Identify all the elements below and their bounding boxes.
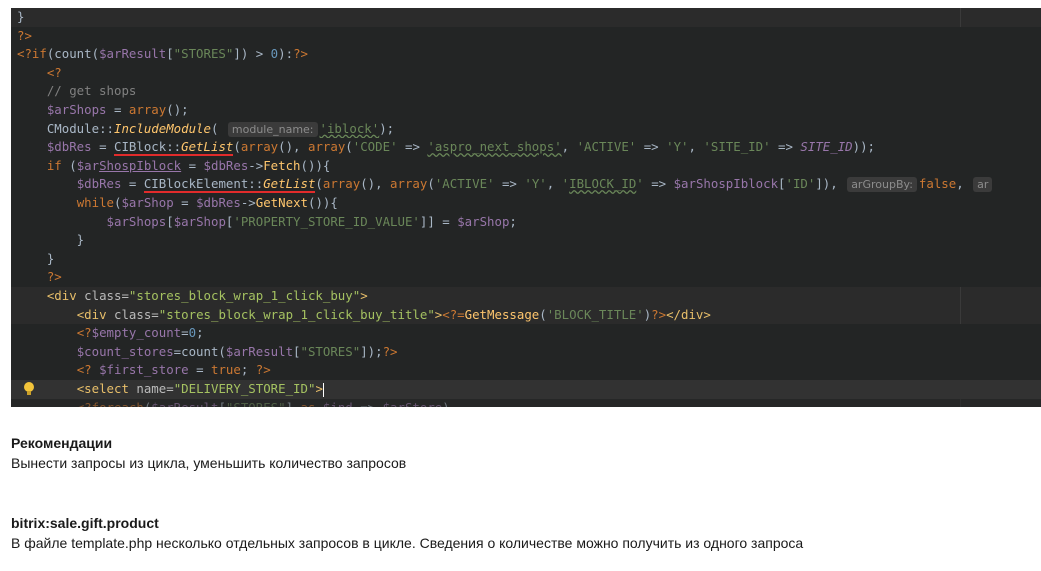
inlay-hint: module_name: [227, 121, 318, 137]
code-line[interactable]: ?> [11, 268, 1041, 287]
code-line[interactable]: $dbRes = CIBlockElement::GetList(array()… [11, 175, 1041, 194]
code-line[interactable]: $count_stores=count($arResult["STORES"])… [11, 342, 1041, 362]
code-line[interactable]: } [11, 249, 1041, 269]
recommendation-text: Вынести запросы из цикла, уменьшить коли… [11, 455, 407, 471]
code-editor[interactable]: } ?> <?if(count($arResult["STORES"]) > 0… [11, 8, 1041, 407]
code-token: ?> [17, 27, 32, 43]
code-line[interactable]: <div class="stores_block_wrap_1_click_bu… [11, 287, 1041, 306]
component-title: bitrix:sale.gift.product [11, 515, 159, 531]
code-line[interactable]: } [11, 231, 1041, 250]
code-line-current[interactable]: <select name="DELIVERY_STORE_ID"> [11, 380, 1041, 399]
code-line[interactable]: $dbRes = CIBlock::GetList(array(), array… [11, 138, 1041, 157]
code-line[interactable]: <? $first_store = true; ?> [11, 361, 1041, 380]
code-line[interactable]: <?if(count($arResult["STORES"]) > 0):?> [11, 45, 1041, 64]
code-line[interactable]: $arShops[$arShop['PROPERTY_STORE_ID_VALU… [11, 212, 1041, 232]
inlay-hint: arGroupBy: [847, 177, 917, 193]
code-line-cut: <?foreach($arResult["STORES"] as $ind =>… [11, 398, 1041, 407]
code-line[interactable]: <?$empty_count=0; [11, 324, 1041, 343]
component-note-block: bitrix:sale.gift.product В файле templat… [11, 513, 1031, 553]
code-line[interactable]: while($arShop = $dbRes->GetNext()){ [11, 194, 1041, 213]
code-line[interactable]: <? [11, 63, 1041, 83]
recommendation-block: Рекомендации Вынести запросы из цикла, у… [11, 433, 1031, 473]
code-line[interactable]: ?> [11, 26, 1041, 46]
component-text: В файле template.php несколько отдельных… [11, 535, 804, 551]
code-line[interactable]: } [11, 8, 1041, 27]
code-token: } [17, 9, 25, 24]
recommendation-title: Рекомендации [11, 435, 113, 451]
code-line[interactable]: // get shops [11, 82, 1041, 101]
code-line[interactable]: <div class="stores_block_wrap_1_click_bu… [11, 306, 1041, 325]
code-line[interactable]: $arShops = array(); [11, 101, 1041, 120]
code-line[interactable]: if ($arShospIblock = $dbRes->Fetch()){ [11, 156, 1041, 176]
code-line[interactable]: CModule::IncludeModule( module_name:'ibl… [11, 119, 1041, 139]
text-caret [322, 382, 324, 397]
inlay-hint: ar [973, 177, 993, 193]
